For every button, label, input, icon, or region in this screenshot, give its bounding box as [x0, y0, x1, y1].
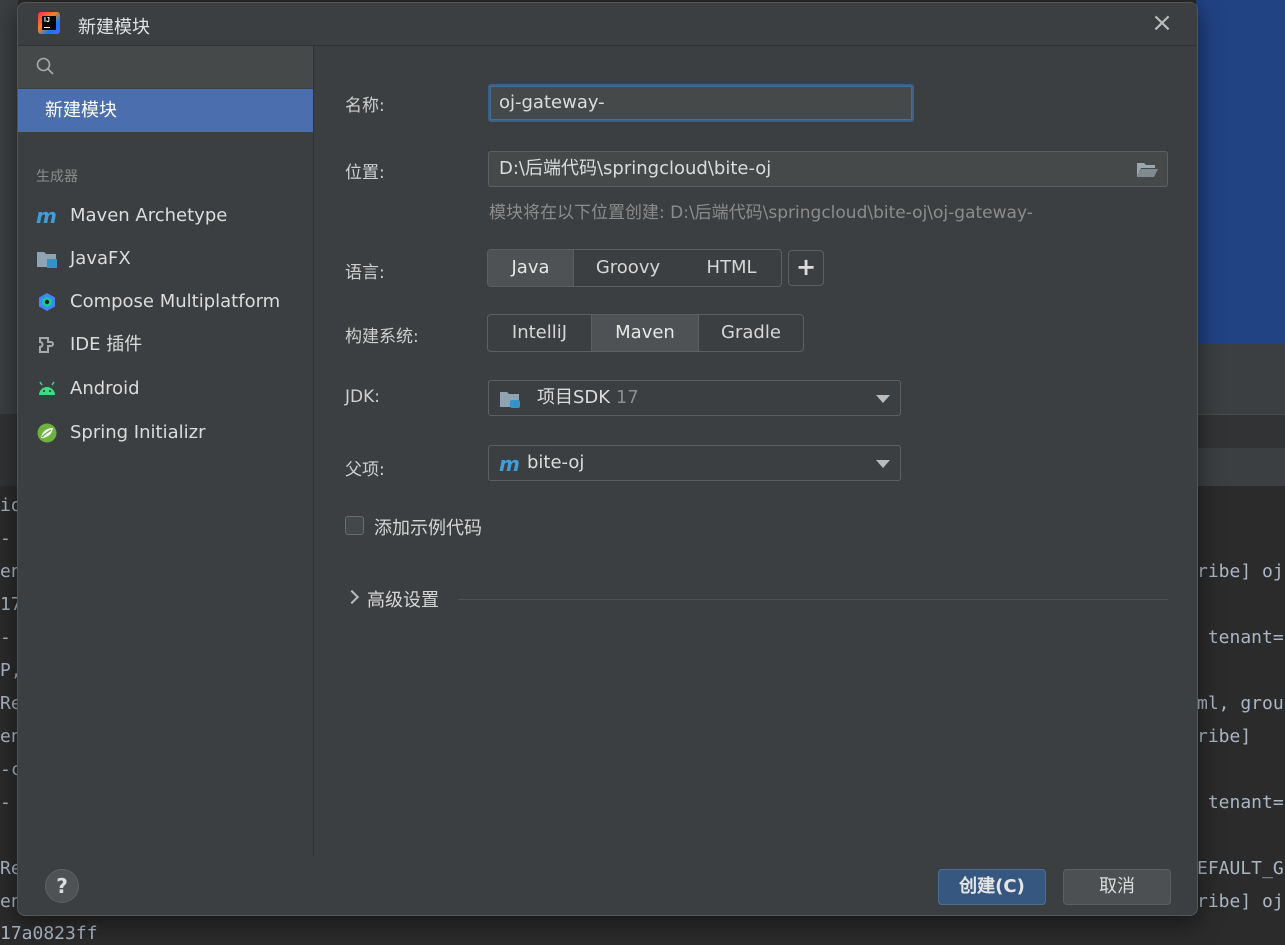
- console-line: -: [0, 528, 11, 549]
- new-module-dialog: IJ 新建模块 × 新建模块 生成器 m Maven Archetype Jav…: [17, 2, 1198, 916]
- sidebar-search-input[interactable]: [18, 46, 313, 88]
- sidebar-item-label: Compose Multiplatform: [70, 291, 281, 312]
- parent-select[interactable]: m bite-oj: [488, 445, 901, 481]
- module-name-field[interactable]: oj-gateway-: [488, 84, 914, 122]
- create-button[interactable]: 创建(C): [938, 869, 1046, 905]
- console-output-bottom: 17a0823ff: [0, 923, 98, 944]
- sidebar-item-spring-initializr[interactable]: Spring Initializr: [18, 413, 313, 453]
- sidebar-item-ide-plugin[interactable]: IDE 插件: [18, 325, 313, 365]
- sidebar-item-label: IDE 插件: [70, 334, 143, 355]
- chevron-down-icon: [876, 460, 890, 468]
- generators-section-label: 生成器: [36, 169, 78, 185]
- location-field[interactable]: D:\后端代码\springcloud\bite-oj: [488, 151, 1168, 187]
- maven-icon: m: [499, 454, 520, 474]
- intellij-logo-icon: IJ: [38, 12, 60, 34]
- console-line: en: [0, 561, 18, 582]
- advanced-settings-toggle[interactable]: 高级设置: [367, 586, 439, 612]
- language-option-groovy[interactable]: Groovy: [574, 250, 682, 286]
- build-system-label: 构建系统:: [345, 327, 419, 347]
- dialog-title: 新建模块: [78, 17, 150, 38]
- console-line: Re: [0, 858, 18, 879]
- add-sample-code-label[interactable]: 添加示例代码: [374, 514, 482, 540]
- chevron-right-icon[interactable]: [344, 589, 360, 605]
- sidebar-item-new-module[interactable]: 新建模块: [18, 89, 313, 132]
- console-line: -: [0, 627, 11, 648]
- svg-text:m: m: [499, 454, 520, 474]
- location-hint: 模块将在以下位置创建: D:\后端代码\springcloud\bite-oj\…: [489, 203, 1033, 223]
- ide-tabs-strip: [1196, 414, 1285, 449]
- console-line: tenant=: [1197, 792, 1284, 813]
- parent-value: bite-oj: [527, 452, 585, 473]
- sdk-folder-icon: [500, 392, 520, 408]
- sidebar-item-maven-archetype[interactable]: m Maven Archetype: [18, 196, 313, 236]
- sidebar-item-android[interactable]: Android: [18, 369, 313, 409]
- plugin-icon: [39, 337, 54, 353]
- android-icon: [39, 381, 55, 395]
- jdk-select[interactable]: 项目SDK 17: [488, 380, 901, 416]
- chevron-down-icon: [876, 395, 890, 403]
- help-button[interactable]: ?: [45, 869, 79, 903]
- parent-label: 父项:: [345, 460, 385, 480]
- compose-icon: [39, 293, 55, 311]
- console-line: en: [0, 726, 18, 747]
- console-line: ml, grou: [1197, 693, 1284, 714]
- sidebar-item-compose-multiplatform[interactable]: Compose Multiplatform: [18, 282, 313, 322]
- ide-background-left: [0, 0, 18, 414]
- console-line: en: [0, 891, 18, 912]
- folder-open-icon[interactable]: [1135, 159, 1159, 179]
- javafx-icon: [37, 252, 57, 268]
- console-line: ribe]: [1197, 726, 1252, 747]
- location-label: 位置:: [345, 163, 385, 183]
- build-system-segmented: IntelliJ Maven Gradle: [487, 314, 804, 352]
- search-icon: [36, 57, 54, 75]
- cancel-button[interactable]: 取消: [1063, 869, 1171, 905]
- ide-run-header: [1196, 448, 1285, 486]
- console-line: EFAULT_G: [1197, 858, 1284, 879]
- sidebar-item-label: Android: [70, 378, 140, 399]
- sidebar-item-label: 新建模块: [45, 100, 117, 121]
- ide-background-left-band: [0, 414, 18, 486]
- language-label: 语言:: [345, 263, 385, 283]
- generator-sidebar: 新建模块 生成器 m Maven Archetype JavaFX Compos…: [18, 46, 314, 857]
- dialog-titlebar: IJ 新建模块 ×: [18, 3, 1197, 46]
- jdk-label: JDK:: [345, 387, 380, 407]
- console-line: P,: [0, 660, 18, 681]
- ide-editor-selection: [1196, 0, 1285, 344]
- add-sample-code-checkbox[interactable]: [345, 516, 364, 535]
- ide-toolbar-strip: [1196, 344, 1285, 414]
- console-line: Re: [0, 693, 18, 714]
- sidebar-item-label: JavaFX: [70, 248, 131, 269]
- build-option-maven[interactable]: Maven: [592, 315, 699, 351]
- console-line: 17: [0, 594, 18, 615]
- build-option-intellij[interactable]: IntelliJ: [488, 315, 592, 351]
- console-line: -: [0, 792, 11, 813]
- sidebar-item-label: Spring Initializr: [70, 422, 206, 443]
- location-value: D:\后端代码\springcloud\bite-oj: [499, 158, 772, 179]
- jdk-value: 项目SDK 17: [537, 387, 639, 408]
- language-option-html[interactable]: HTML: [682, 250, 781, 286]
- jdk-version: 17: [615, 387, 639, 408]
- sidebar-item-label: Maven Archetype: [70, 205, 228, 226]
- language-segmented: Java Groovy HTML: [487, 249, 782, 287]
- close-button[interactable]: ×: [1147, 9, 1177, 39]
- spring-icon: [37, 423, 57, 443]
- advanced-settings-divider: [458, 599, 1168, 600]
- maven-icon: m: [36, 206, 57, 226]
- console-line: io: [0, 495, 18, 516]
- svg-text:m: m: [36, 206, 57, 226]
- language-option-java[interactable]: Java: [488, 250, 574, 286]
- console-line: tenant=: [1197, 627, 1284, 648]
- console-line: ribe] oj: [1197, 891, 1284, 912]
- name-label: 名称:: [345, 96, 385, 116]
- sidebar-item-javafx[interactable]: JavaFX: [18, 239, 313, 279]
- add-language-button[interactable]: +: [788, 250, 824, 286]
- console-line: ribe] oj: [1197, 561, 1284, 582]
- build-option-gradle[interactable]: Gradle: [699, 315, 803, 351]
- console-line: -c: [0, 759, 18, 780]
